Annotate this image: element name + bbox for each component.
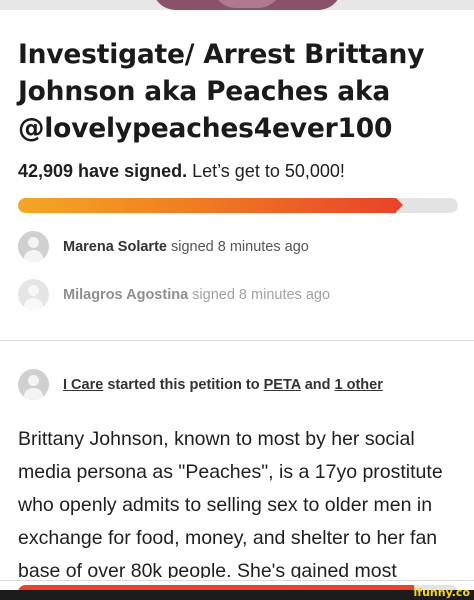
default-user-avatar-icon bbox=[18, 369, 49, 400]
signer-action: signed 8 minutes ago bbox=[171, 238, 309, 255]
cover-photo-crop bbox=[0, 0, 474, 10]
signer-name: Milagros Agostina bbox=[63, 286, 189, 303]
recent-signer-text: Marena Solarte signed 8 minutes ago bbox=[63, 239, 309, 255]
starter-text-2: and bbox=[304, 376, 331, 393]
recent-signer-row: Milagros Agostina signed 8 minutes ago bbox=[18, 279, 330, 310]
signature-summary: 42,909 have signed. Let’s get to 50,000! bbox=[18, 161, 345, 182]
signature-count: 42,909 have signed. bbox=[18, 161, 188, 181]
petition-starter: I Care started this petition to PETA and… bbox=[18, 369, 383, 400]
section-divider bbox=[0, 340, 474, 341]
watermark-logo: ifunny.co bbox=[413, 586, 470, 599]
default-user-avatar-icon bbox=[18, 279, 49, 310]
starter-name-link[interactable]: I Care bbox=[63, 377, 103, 393]
signature-goal: Let’s get to 50,000! bbox=[192, 161, 345, 181]
recent-signer-text: Milagros Agostina signed 8 minutes ago bbox=[63, 287, 330, 303]
signer-action: signed 8 minutes ago bbox=[192, 286, 331, 303]
signature-progress-fill bbox=[18, 198, 403, 213]
bottom-divider bbox=[0, 580, 474, 581]
signer-name: Marena Solarte bbox=[63, 238, 167, 255]
watermark-bar bbox=[0, 590, 474, 600]
starter-text: I Care started this petition to PETA and… bbox=[63, 377, 383, 393]
starter-text-1: started this petition to bbox=[107, 376, 260, 393]
other-targets-link[interactable]: 1 other bbox=[335, 377, 383, 393]
default-user-avatar-icon bbox=[18, 231, 49, 262]
target-link[interactable]: PETA bbox=[264, 377, 301, 393]
petition-description: Brittany Johnson, known to most by her s… bbox=[18, 428, 443, 582]
signature-progress-bar bbox=[18, 198, 458, 213]
recent-signer-row: Marena Solarte signed 8 minutes ago bbox=[18, 231, 309, 262]
petition-title: Investigate/ Arrest Brittany Johnson aka… bbox=[18, 39, 425, 144]
